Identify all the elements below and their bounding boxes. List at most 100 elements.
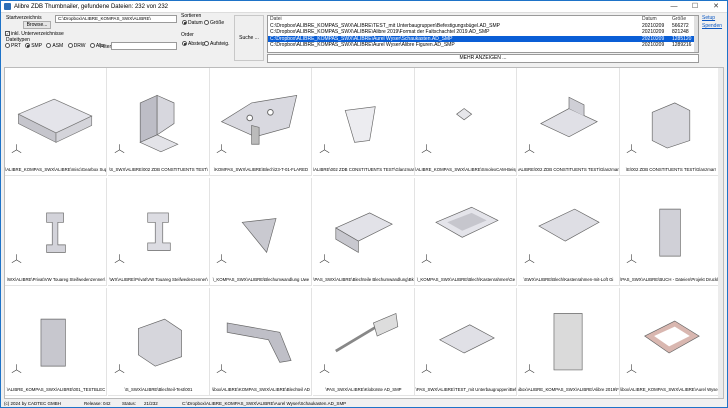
thumbnail-caption: \SWX\ALIBRE\Blech\Kastenrahmen-mit-Loft … <box>523 277 614 282</box>
thumbnail-card[interactable]: \S_SWX\ALIBRE\002 ZDB CONSTITUENTS TEST\ <box>107 68 210 176</box>
current-file-text: C:\Dropbox\ALIBRE_KOMPAS_SWX\ALIBRE\Aure… <box>182 401 347 406</box>
part-thumbnail <box>421 108 473 153</box>
show-more-button[interactable]: MEHR ANZEIGEN ... <box>267 54 699 63</box>
close-button[interactable]: ✕ <box>706 1 726 12</box>
filetype-radios: PRT SMP ASM DRW Alle <box>5 43 104 49</box>
part-thumbnail <box>319 106 376 153</box>
grid-scrollbar[interactable] <box>718 68 723 398</box>
file-row[interactable]: C:\Dropbox\ALIBRE_KOMPAS_SWX\ALIBRE\Aure… <box>268 42 698 49</box>
window-title: Alibre ZDB Thumbnailer, gefundene Dateie… <box>14 4 168 10</box>
check-icon: ✓ <box>5 31 10 37</box>
thumbnail-caption: \_KOMPAS_SWX\ALIBRE\Blechumwandlung Uwe <box>212 277 310 282</box>
filter-input[interactable] <box>111 42 177 50</box>
order-asc-radio[interactable]: Aufsteig. <box>204 41 229 47</box>
part-thumbnail <box>626 208 681 263</box>
order-label: Order <box>181 32 194 38</box>
thumbnail-caption: \E\002 ZDB CONSTITUENTS TEST\Glanzmarr <box>625 167 717 172</box>
sort-size-radio[interactable]: Größe <box>204 20 224 26</box>
browse-button[interactable]: Browse... <box>23 21 51 29</box>
part-thumbnail <box>421 206 499 263</box>
part-thumbnail <box>11 212 66 263</box>
part-thumbnail <box>319 212 393 263</box>
status-label: Status: <box>122 401 137 406</box>
spenden-link[interactable]: Spenden <box>702 23 722 29</box>
thumbnail-card[interactable]: \SWX\ALIBRE\Blech\Kastenrahmen-mit-Loft … <box>517 178 620 286</box>
sort-date-radio[interactable]: Datum <box>182 20 203 26</box>
part-thumbnail <box>524 208 600 263</box>
order-desc-radio[interactable]: Absteig. <box>182 41 206 47</box>
thumbnail-caption: \ALIBRE_KOMPAS_SWX\ALIBRE\001_TESTBLEC <box>6 387 106 392</box>
thumbnail-card[interactable]: \ALIBRE\002 ZDB CONSTITUENTS TEST\Glanzm… <box>517 68 620 176</box>
type-asm-radio[interactable]: ASM <box>46 43 63 49</box>
thumbnail-grid: \ALIBRE_KOMPAS_SWX\ALIBRE\misc\Gearbox S… <box>4 67 724 399</box>
thumbnail-caption: \KOMPAS_SWX\ALIBRE\Blech\23-T-01-FLARED <box>213 167 309 172</box>
part-thumbnail <box>114 212 171 263</box>
thumbnail-card[interactable]: \ALIBRE_KOMPAS_SWX\ALIBRE\misc\Gearbox S… <box>5 68 107 176</box>
file-list-scrollbar[interactable] <box>694 16 698 52</box>
part-thumbnail <box>114 94 179 153</box>
part-thumbnail <box>11 318 66 373</box>
thumbnail-card[interactable]: \KOMPAS_SWX\ALIBRE\Blech\23-T-01-FLARED <box>210 68 312 176</box>
type-drw-radio[interactable]: DRW <box>67 43 85 49</box>
thumbnail-card[interactable]: \ALIBRE_KOMPAS_SWX\ALIBRE\SmolexCAM-Beis… <box>415 68 517 176</box>
setup-link[interactable]: Setup <box>702 15 715 21</box>
thumbnail-caption: \ALIBRE\002 ZDB CONSTITUENTS TEST\Glanzm… <box>517 167 620 172</box>
thumbnail-caption: \WX\ALIBRE\Privat\VW Touareg Steifwedenz… <box>6 277 106 282</box>
thumbnail-caption: \PAS_SWX\ALIBRE\TEST_mit Unterbaugruppen… <box>415 387 517 392</box>
file-list[interactable]: Datei Datum Größe C:\Dropbox\ALIBRE_KOMPAS… <box>267 15 699 53</box>
thumbnail-card[interactable]: \ibox\ALIBRE_KOMPAS_SWX\ALIBRE\Aurel Wys… <box>620 288 722 396</box>
thumbnail-card[interactable]: \ibox\ALIBRE\KOMPAS_SWX\ALIBRE\Blechteil… <box>210 288 312 396</box>
thumbnail-card[interactable]: \PAS_SWX\ALIBRE\BUCH - Dateien\Projekt D… <box>620 178 722 286</box>
part-thumbnail <box>11 98 93 153</box>
thumbnail-caption: \ibox\ALIBRE_KOMPAS_SWX\ALIBRE\Alibre 20… <box>517 387 619 392</box>
filter-label: Filter <box>100 44 112 50</box>
part-thumbnail <box>114 318 182 373</box>
main-window: Alibre ZDB Thumbnailer, gefundene Dateie… <box>0 0 728 408</box>
thumbnail-card[interactable]: \ibox\ALIBRE_KOMPAS_SWX\ALIBRE\Alibre 20… <box>517 288 620 396</box>
app-icon <box>4 3 11 10</box>
maximize-button[interactable]: ☐ <box>685 1 705 12</box>
thumbnail-caption: \WX\ALIBRE\Privat\VW Touareg Steifwedenz… <box>109 277 208 282</box>
thumbnail-caption: \PAS_SWX\ALIBRE\Blechteile Blechumwandlu… <box>313 277 414 282</box>
part-thumbnail <box>319 313 398 373</box>
thumbnail-card[interactable]: \PAS_SWX\ALIBRE\TEST_mit Unterbaugruppen… <box>415 288 517 396</box>
thumbnail-card[interactable]: \WX\ALIBRE\Privat\VW Touareg Steifwedenz… <box>5 178 107 286</box>
part-thumbnail <box>421 324 495 373</box>
thumbnail-card[interactable]: \_KOMPAS_SWX\ALIBRE\Blechumwandlung Uwe <box>210 178 312 286</box>
title-bar: Alibre ZDB Thumbnailer, gefundene Dateie… <box>1 1 727 13</box>
part-thumbnail <box>216 322 292 373</box>
thumbnail-card[interactable]: \WX\ALIBRE\Privat\VW Touareg Steifwedenz… <box>107 178 210 286</box>
thumbnail-caption: \ALIBRE_KOMPAS_SWX\ALIBRE\misc\Gearbox S… <box>5 167 107 172</box>
thumbnail-caption: \ibox\ALIBRE_KOMPAS_SWX\ALIBRE\Aurel Wys… <box>620 387 721 392</box>
type-smp-radio[interactable]: SMP <box>25 43 42 49</box>
thumbnail-card[interactable]: \ALIBRE\002 ZDB CONSTITUENTS TEST\Glanzm… <box>312 68 415 176</box>
part-thumbnail <box>216 218 277 263</box>
part-thumbnail <box>626 102 691 153</box>
part-thumbnail <box>216 94 298 153</box>
release-text: Release: 042 <box>84 401 111 406</box>
thumbnail-card[interactable]: \PAS_SWX\ALIBRE\Klobürste AD_SMP <box>312 288 415 396</box>
thumbnail-caption: \S_SWX\ALIBRE\Blechteil-Test\001 <box>124 387 193 392</box>
search-button[interactable]: Suche ... <box>234 15 264 61</box>
thumbnail-caption: \ibox\ALIBRE\KOMPAS_SWX\ALIBRE\Blechteil… <box>212 387 310 392</box>
thumbnail-caption: \PAS_SWX\ALIBRE\Klobürste AD_SMP <box>325 387 402 392</box>
thumbnail-card[interactable]: \PAS_SWX\ALIBRE\Blechteile Blechumwandlu… <box>312 178 415 286</box>
status-value: 21/232 <box>144 401 158 406</box>
thumbnail-card[interactable]: \S_SWX\ALIBRE\Blechteil-Test\001 <box>107 288 210 396</box>
type-prt-radio[interactable]: PRT <box>5 43 21 49</box>
copyright-text: (c) 2024 by CADTEC GMBH <box>4 401 62 406</box>
part-thumbnail <box>626 320 700 373</box>
sort-label: Sortieren <box>181 13 202 19</box>
thumbnail-caption: \ALIBRE_KOMPAS_SWX\ALIBRE\SmolexCAM-Beis… <box>415 167 516 172</box>
thumbnail-card[interactable]: \_KOMPAS_SWX\ALIBRE\Blech\Kastenrahmen\G… <box>415 178 517 286</box>
thumbnail-card[interactable]: \E\002 ZDB CONSTITUENTS TEST\Glanzmarr <box>620 68 722 176</box>
thumbnail-card[interactable]: \ALIBRE_KOMPAS_SWX\ALIBRE\001_TESTBLEC <box>5 288 107 396</box>
thumbnail-caption: \S_SWX\ALIBRE\002 ZDB CONSTITUENTS TEST\ <box>109 167 208 172</box>
minimize-button[interactable]: — <box>664 1 684 12</box>
status-bar: (c) 2024 by CADTEC GMBH Release: 042 Sta… <box>4 400 724 408</box>
thumbnail-caption: \ALIBRE\002 ZDB CONSTITUENTS TEST\Glanzm… <box>312 167 415 172</box>
path-input[interactable]: C:\Dropbox\ALIBRE_KOMPAS_SWX\ALIBRE\ <box>55 15 177 23</box>
part-thumbnail <box>524 313 582 373</box>
part-thumbnail <box>524 96 598 153</box>
thumbnail-caption: \_KOMPAS_SWX\ALIBRE\Blech\Kastenrahmen\G… <box>416 277 516 282</box>
